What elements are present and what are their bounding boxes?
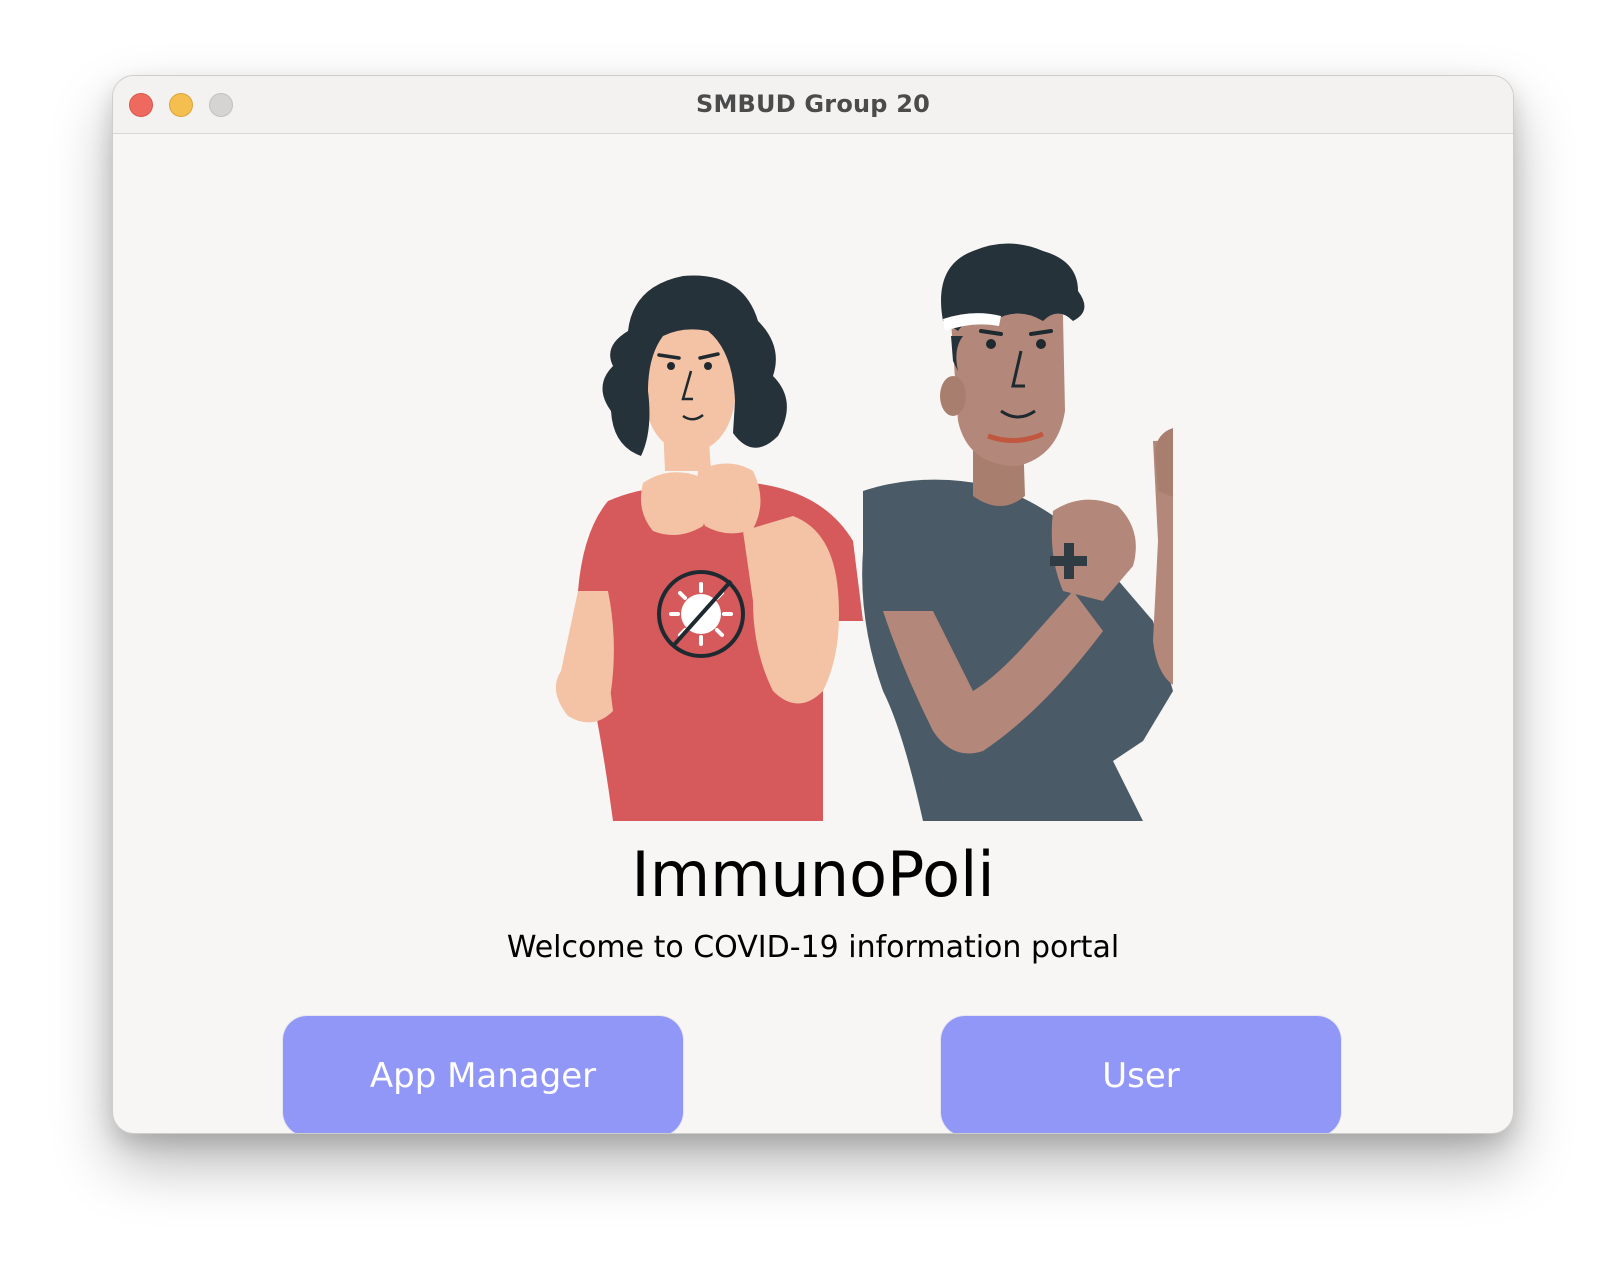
app-manager-button[interactable]: App Manager <box>283 1016 683 1133</box>
man-figure <box>862 243 1173 821</box>
welcome-subtitle: Welcome to COVID-19 information portal <box>506 930 1120 965</box>
app-title: ImmunoPoli <box>631 838 995 911</box>
user-button[interactable]: User <box>941 1016 1341 1133</box>
welcome-illustration <box>555 243 1173 821</box>
app-window: SMBUD Group 20 ImmunoPoli Welcome to COV… <box>112 75 1514 1134</box>
window-title: SMBUD Group 20 <box>695 90 931 118</box>
no-virus-icon <box>657 570 745 658</box>
title-bar: SMBUD Group 20 <box>113 76 1513 134</box>
woman-figure <box>555 275 863 821</box>
